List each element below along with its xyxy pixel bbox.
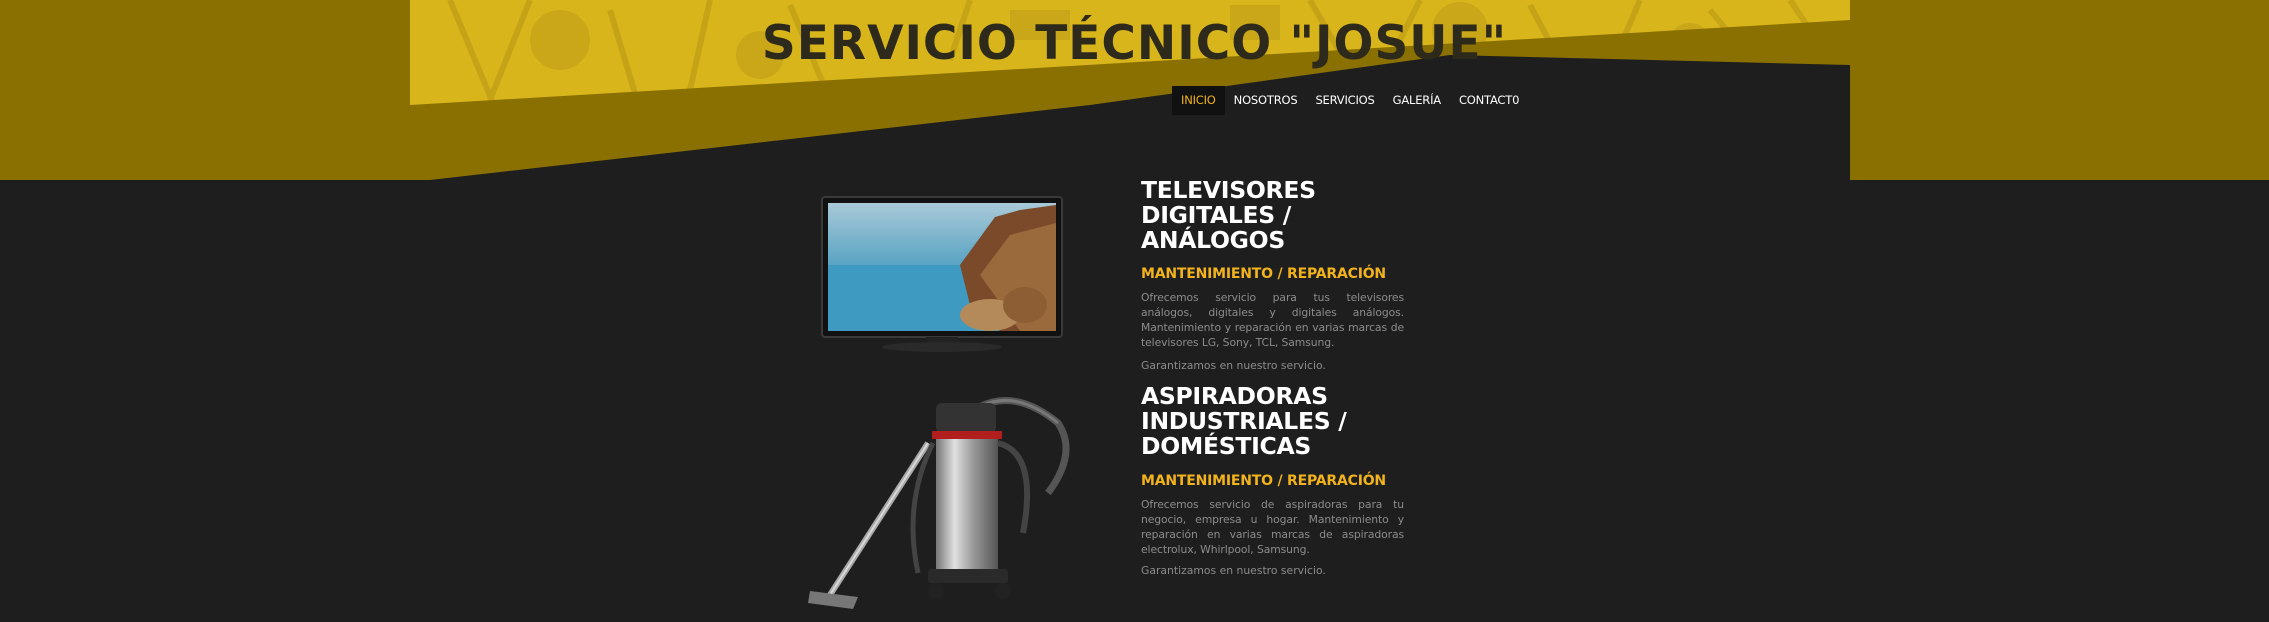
- service-vacuum-note: Garantizamos en nuestro servicio.: [1141, 564, 1326, 577]
- nav-item-servicios[interactable]: SERVICIOS: [1306, 86, 1383, 115]
- television-image: [820, 195, 1065, 359]
- main-nav: INICIO NOSOTROS SERVICIOS GALERÍA CONTAC…: [1172, 86, 1528, 115]
- service-vacuum-title-line2: INDUSTRIALES /: [1141, 407, 1347, 435]
- site-title: SERVICIO TÉCNICO "JOSUE": [761, 16, 1508, 71]
- nav-item-inicio[interactable]: INICIO: [1172, 86, 1225, 115]
- service-tv-title: TELEVISORES DIGITALES / ANÁLOGOS: [1141, 178, 1404, 253]
- service-vacuum-title-line1: ASPIRADORAS: [1141, 382, 1328, 410]
- service-tv-description: Ofrecemos servicio para tus televisores …: [1141, 291, 1404, 349]
- nav-item-nosotros[interactable]: NOSOTROS: [1225, 86, 1307, 115]
- vacuum-cleaner-image: [808, 383, 1078, 622]
- service-tv: TELEVISORES DIGITALES / ANÁLOGOS MANTENI…: [1141, 178, 1404, 373]
- service-tv-title-line1: TELEVISORES: [1141, 176, 1316, 204]
- nav-item-galeria[interactable]: GALERÍA: [1384, 86, 1450, 115]
- service-vacuum-subtitle: MANTENIMIENTO / REPARACIÓN: [1141, 473, 1386, 489]
- service-vacuum-title: ASPIRADORAS INDUSTRIALES / DOMÉSTICAS: [1141, 384, 1404, 459]
- service-tv-note: Garantizamos en nuestro servicio.: [1141, 359, 1326, 372]
- nav-item-contacto[interactable]: CONTACT0: [1450, 86, 1528, 115]
- service-vacuum: ASPIRADORAS INDUSTRIALES / DOMÉSTICAS MA…: [1141, 384, 1404, 578]
- service-tv-title-line2: DIGITALES / ANÁLOGOS: [1141, 201, 1292, 254]
- service-vacuum-description: Ofrecemos servicio de aspiradoras para t…: [1141, 498, 1404, 556]
- service-tv-subtitle: MANTENIMIENTO / REPARACIÓN: [1141, 266, 1386, 282]
- service-vacuum-title-line3: DOMÉSTICAS: [1141, 432, 1311, 460]
